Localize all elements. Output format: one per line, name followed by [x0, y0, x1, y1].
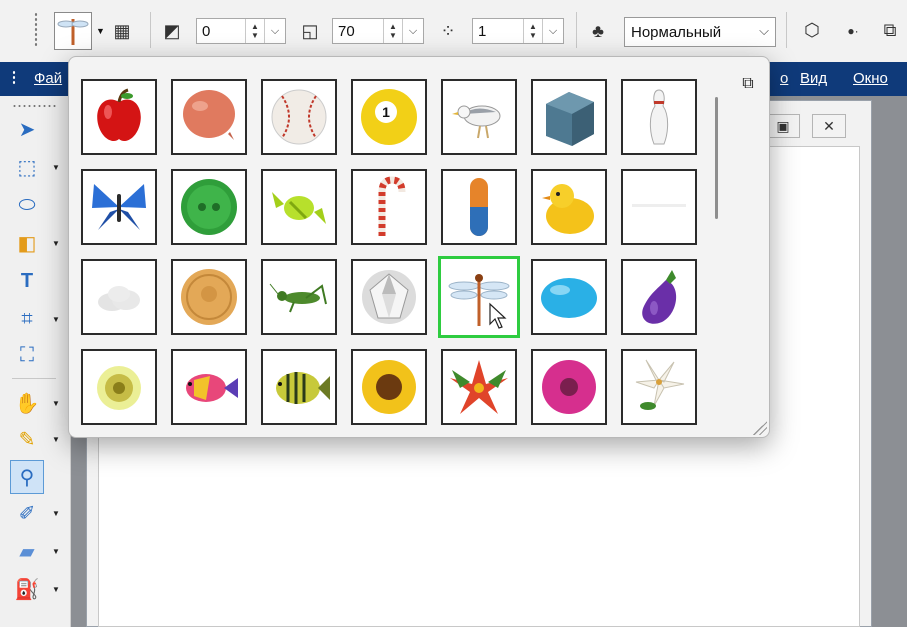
- tube-candy-cane[interactable]: [351, 169, 427, 245]
- tube-fireworks[interactable]: [81, 349, 157, 425]
- toolbar-grip[interactable]: [34, 12, 38, 48]
- menu-file[interactable]: Фай: [34, 70, 62, 87]
- tube-lily[interactable]: [621, 349, 697, 425]
- density-spinner[interactable]: 1 ▲ ▼ ⌵: [472, 18, 564, 44]
- separator: [150, 12, 151, 48]
- tube-grasshopper[interactable]: [261, 259, 337, 335]
- chevron-down-icon[interactable]: ▼: [96, 26, 105, 36]
- options-icon[interactable]: ⧉: [737, 73, 759, 95]
- tools-panel: ➤ ⬚ ▼ ⬭ ◧ ▼ T ⌗ ▼ ⛶ ✋ ▼ ✎ ▼ ⚲ ✐ ▼ ▰ ▼ ⛽ ▼: [0, 96, 71, 627]
- separator: [12, 378, 56, 379]
- dots-icon[interactable]: ●·: [842, 20, 864, 42]
- close-button[interactable]: ✕: [812, 114, 846, 138]
- chevron-down-icon[interactable]: ⌵: [759, 23, 769, 39]
- tube-cloud[interactable]: [81, 259, 157, 335]
- opacity-spinner[interactable]: 0 ▲ ▼ ⌵: [196, 18, 286, 44]
- tube-chick[interactable]: [531, 169, 607, 245]
- shape-tool-icon[interactable]: ◧ ▼: [14, 230, 60, 256]
- menubar-grip[interactable]: [12, 70, 16, 86]
- fill-tool-icon[interactable]: ⛽ ▼: [14, 576, 60, 602]
- size-icon: ◱: [301, 20, 319, 41]
- separator: [576, 12, 577, 48]
- tools-grip[interactable]: [12, 104, 58, 108]
- tube-tropical-fish[interactable]: [171, 349, 247, 425]
- blend-mode-icon: ♣: [592, 20, 604, 41]
- density-value[interactable]: 1: [473, 23, 523, 40]
- tube-diamond[interactable]: [351, 259, 427, 335]
- tube-billiard-ball[interactable]: 1: [351, 79, 427, 155]
- opacity-value[interactable]: 0: [197, 23, 245, 40]
- density-icon: ⁘: [440, 20, 456, 41]
- tube-pink-flower[interactable]: [531, 349, 607, 425]
- tube-striped-fish[interactable]: [261, 349, 337, 425]
- chevron-down-icon[interactable]: ⌵: [542, 19, 563, 43]
- pointer-tool-icon[interactable]: ➤: [14, 116, 40, 142]
- size-value[interactable]: 70: [333, 23, 383, 40]
- tube-seagull[interactable]: [441, 79, 517, 155]
- tube-blank-white[interactable]: [621, 169, 697, 245]
- selection-tool-icon[interactable]: ⬚ ▼: [14, 154, 60, 180]
- tube-candy[interactable]: [261, 169, 337, 245]
- freehand-selection-icon[interactable]: ⬭: [14, 192, 40, 218]
- text-tool-icon[interactable]: T: [14, 268, 40, 294]
- opacity-icon: ◩: [163, 20, 181, 41]
- size-spinner[interactable]: 70 ▲ ▼ ⌵: [332, 18, 424, 44]
- separator: [786, 12, 787, 48]
- cube-icon[interactable]: ⬡: [800, 18, 824, 42]
- airbrush-tool-icon[interactable]: ✐ ▼: [14, 500, 60, 526]
- restore-icon: ▣: [776, 117, 790, 134]
- chevron-down-icon[interactable]: ⌵: [264, 19, 285, 43]
- menu-window[interactable]: Окно: [853, 70, 888, 87]
- blend-mode-select[interactable]: Нормальный ⌵: [624, 17, 776, 47]
- transform-tool-icon[interactable]: ⛶: [14, 342, 40, 368]
- menu-partial[interactable]: о: [780, 70, 788, 87]
- tube-button[interactable]: [171, 169, 247, 245]
- dragonfly-preview-icon: [54, 12, 92, 50]
- restore-button[interactable]: ▣: [766, 114, 800, 138]
- tube-preset-button[interactable]: ▼: [54, 11, 105, 51]
- tube-cube[interactable]: [531, 79, 607, 155]
- tube-apple[interactable]: [81, 79, 157, 155]
- pencil-tool-icon[interactable]: ✎ ▼: [14, 426, 60, 452]
- tube-baseball[interactable]: [261, 79, 337, 155]
- tool-options-toolbar: ▼ ▦ ◩ 0 ▲ ▼ ⌵ ◱ 70 ▲ ▼ ⌵ ⁘ 1 ▲ ▼ ⌵ ♣ Нормал…: [0, 0, 907, 63]
- tube-pill[interactable]: [441, 169, 517, 245]
- menu-view[interactable]: Вид: [800, 70, 827, 87]
- crop-tool-icon[interactable]: ⌗ ▼: [14, 306, 60, 332]
- keyboard-icon[interactable]: ▦: [110, 20, 134, 42]
- picture-tube-tool-icon[interactable]: ⚲: [10, 460, 44, 494]
- picture-tube-picker: ⧉ 1: [68, 56, 770, 438]
- spin-updown-icon[interactable]: ▲ ▼: [523, 19, 542, 43]
- close-icon: ✕: [823, 117, 835, 134]
- tube-blue-egg[interactable]: [531, 259, 607, 335]
- resize-grip-icon[interactable]: [753, 421, 767, 435]
- tube-grid: 1: [81, 79, 697, 425]
- tube-bowling-pin[interactable]: [621, 79, 697, 155]
- spin-updown-icon[interactable]: ▲ ▼: [383, 19, 402, 43]
- svg-text:1: 1: [382, 104, 390, 120]
- tube-coin[interactable]: [171, 259, 247, 335]
- layer-icon[interactable]: ⧉: [878, 18, 902, 42]
- mouse-pointer-icon: [489, 302, 507, 329]
- tube-butterfly[interactable]: [81, 169, 157, 245]
- spin-updown-icon[interactable]: ▲ ▼: [245, 19, 264, 43]
- tube-sunflower[interactable]: [351, 349, 427, 425]
- tube-red-flower[interactable]: [441, 349, 517, 425]
- scrollbar-thumb[interactable]: [715, 97, 718, 219]
- smudge-tool-icon[interactable]: ✋ ▼: [14, 390, 60, 416]
- chevron-down-icon[interactable]: ⌵: [402, 19, 423, 43]
- tube-balloon[interactable]: [171, 79, 247, 155]
- eraser-tool-icon[interactable]: ▰ ▼: [14, 538, 60, 564]
- tube-eggplant[interactable]: [621, 259, 697, 335]
- blend-mode-value: Нормальный: [631, 23, 722, 41]
